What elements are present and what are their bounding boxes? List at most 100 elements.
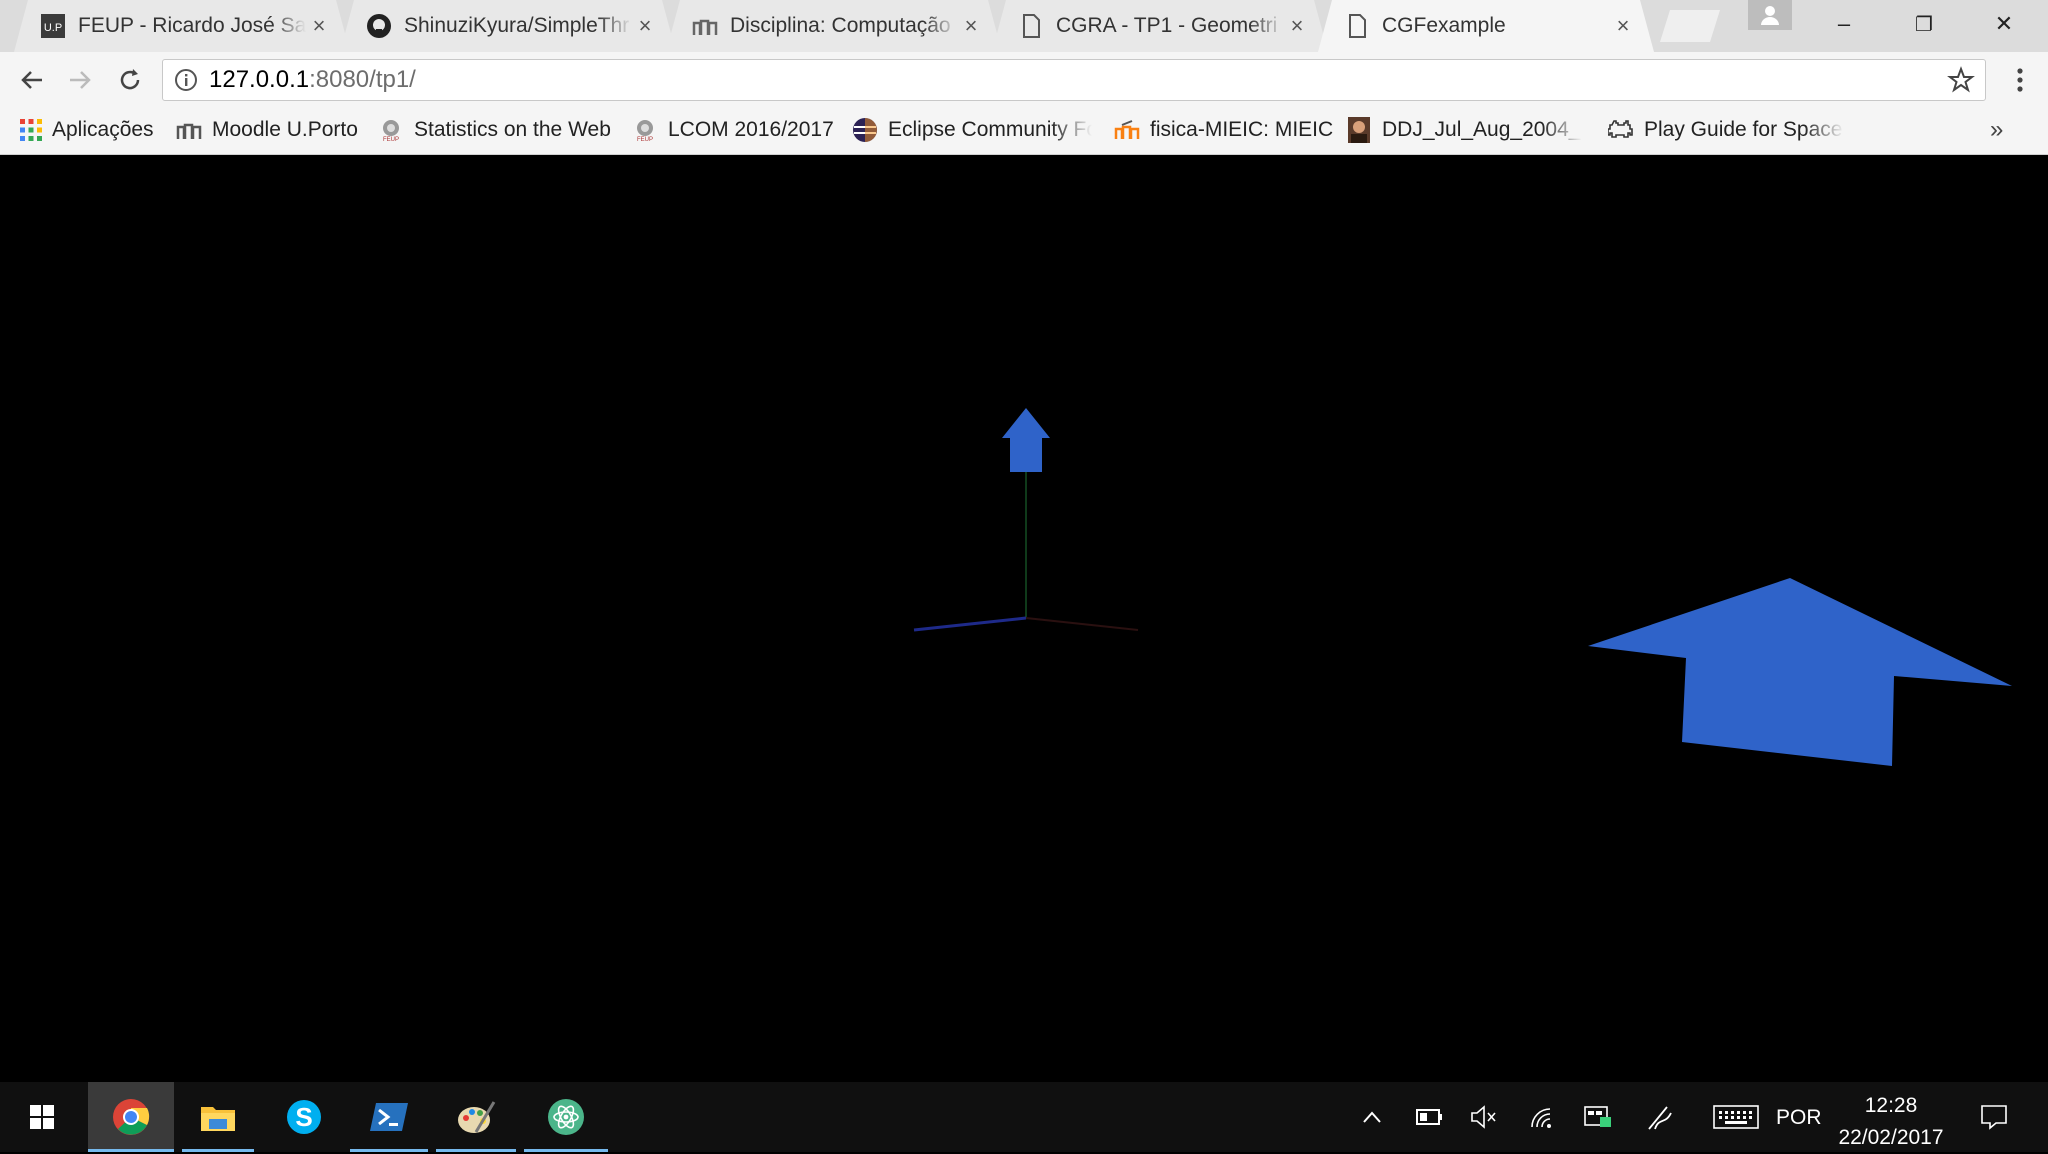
tab-cgfexample[interactable]: CGFexample × — [1318, 0, 1654, 52]
bookmark-lcom[interactable]: FEUP LCOM 2016/2017 — [632, 108, 834, 152]
bookmark-label: DDJ_Jul_Aug_2004_rev — [1382, 118, 1582, 141]
battery-icon[interactable] — [1408, 1082, 1452, 1152]
bookmarks-overflow-button[interactable]: » — [1990, 116, 2003, 144]
clock-time: 12:28 — [1864, 1094, 1918, 1117]
bookmark-label: Statistics on the Web — [414, 118, 611, 141]
bookmark-label: Play Guide for Space I — [1644, 118, 1844, 141]
tab-github[interactable]: ShinuziKyura/SimpleThr × — [340, 0, 676, 52]
notification-icon — [1981, 1105, 2007, 1130]
tab-title: CGFexample — [1382, 14, 1506, 37]
taskbar-chrome[interactable] — [88, 1082, 174, 1152]
wifi-icon[interactable] — [1520, 1082, 1564, 1152]
bookmark-label: fisica-MIEIC: MIEIC — [1150, 118, 1334, 141]
bookmark-label: Eclipse Community Fo — [888, 118, 1092, 141]
svg-text:U.P: U.P — [44, 22, 62, 34]
close-tab-icon[interactable]: × — [632, 13, 658, 39]
photo-icon — [1346, 117, 1372, 143]
bookmark-label: Aplicações — [52, 118, 154, 141]
bookmark-label: LCOM 2016/2017 — [668, 118, 834, 141]
input-language-indicator[interactable]: POR — [1776, 1106, 1822, 1130]
taskbar-skype[interactable]: S — [262, 1082, 346, 1152]
tab-title: CGRA - TP1 - Geometri — [1056, 14, 1278, 37]
back-arrow-icon — [21, 71, 42, 89]
browser-menu-button[interactable] — [2002, 60, 2038, 100]
page-icon — [1018, 13, 1044, 39]
powershell-icon — [370, 1103, 408, 1131]
z-axis — [913, 616, 1027, 632]
system-clock[interactable]: 12:28 22/02/2017 — [1836, 1090, 1946, 1154]
show-hidden-icons-button[interactable] — [1350, 1082, 1394, 1152]
moodle-icon — [692, 13, 718, 39]
new-tab-button[interactable] — [1660, 10, 1720, 42]
user-icon — [1761, 6, 1779, 25]
windows-taskbar: S POR 12:28 22/02/2017 — [0, 1082, 2048, 1152]
windows-logo-icon — [30, 1105, 54, 1129]
taskbar-atom[interactable] — [524, 1082, 608, 1152]
tab-feup[interactable]: U.P FEUP - Ricardo José Sa × — [14, 0, 350, 52]
volume-muted-icon[interactable] — [1462, 1082, 1506, 1152]
moodle-icon — [176, 117, 202, 143]
page-icon — [1344, 13, 1370, 39]
tab-cgra[interactable]: CGRA - TP1 - Geometri × — [992, 0, 1328, 52]
feup-icon: U.P — [40, 13, 66, 39]
bookmark-star-icon[interactable] — [1947, 66, 1975, 99]
bookmark-moodle[interactable]: Moodle U.Porto — [176, 108, 358, 152]
bookmark-label: Moodle U.Porto — [212, 118, 358, 141]
apps-grid-icon — [18, 117, 44, 143]
url-text: 127.0.0.1:8080/tp1/ — [209, 66, 416, 93]
bookmark-ddj[interactable]: DDJ_Jul_Aug_2004_rev — [1346, 108, 1582, 152]
tab-title: FEUP - Ricardo José Sa — [78, 14, 306, 37]
taskbar-file-explorer[interactable] — [182, 1082, 254, 1152]
calendar-network-icon[interactable] — [1576, 1082, 1620, 1152]
chevron-up-icon — [1363, 1111, 1381, 1123]
bookmark-apps[interactable]: Aplicações — [18, 108, 154, 152]
browser-toolbar: 127.0.0.1:8080/tp1/ — [0, 52, 2048, 108]
back-button[interactable] — [12, 60, 52, 100]
space-invader-icon — [1608, 117, 1634, 143]
folder-icon — [201, 1107, 235, 1131]
clock-date: 22/02/2017 — [1838, 1126, 1944, 1149]
feup-seal-icon: FEUP — [632, 117, 658, 143]
bookmark-statistics[interactable]: FEUP Statistics on the Web — [378, 108, 611, 152]
action-center-button[interactable] — [1966, 1082, 2022, 1152]
bookmark-eclipse[interactable]: Eclipse Community Fo — [852, 108, 1092, 152]
close-window-button[interactable]: ✕ — [1964, 0, 2044, 48]
tab-disciplina[interactable]: Disciplina: Computação × — [666, 0, 1002, 52]
bookmark-play-guide[interactable]: Play Guide for Space I — [1608, 108, 1844, 152]
reload-button[interactable] — [110, 60, 150, 100]
github-icon — [366, 13, 392, 39]
small-arrow — [1002, 408, 1050, 472]
taskbar-paint[interactable] — [436, 1082, 516, 1152]
profile-button[interactable] — [1748, 0, 1792, 30]
webgl-canvas[interactable] — [0, 156, 2048, 1082]
tab-title: Disciplina: Computação — [730, 14, 951, 37]
scene-svg — [913, 408, 2012, 766]
skype-icon: S — [287, 1100, 321, 1134]
svg-text:S: S — [295, 1102, 312, 1132]
moodle-icon — [1114, 117, 1140, 143]
kebab-menu-icon — [2017, 68, 2023, 92]
reload-icon — [120, 69, 140, 90]
svg-text:FEUP: FEUP — [383, 137, 399, 142]
pen-ink-icon[interactable] — [1638, 1082, 1682, 1152]
restore-button[interactable]: ❐ — [1884, 0, 1964, 48]
large-arrow — [1588, 578, 2012, 766]
eclipse-icon — [852, 117, 878, 143]
forward-button[interactable] — [60, 60, 100, 100]
start-button[interactable] — [0, 1082, 84, 1152]
close-tab-icon[interactable]: × — [306, 13, 332, 39]
info-icon[interactable] — [163, 68, 209, 92]
forward-arrow-icon — [70, 71, 91, 89]
tab-strip: U.P FEUP - Ricardo José Sa × ShinuziKyur… — [0, 0, 2048, 52]
close-tab-icon[interactable]: × — [958, 13, 984, 39]
taskbar-powershell[interactable] — [350, 1082, 428, 1152]
touch-keyboard-icon[interactable] — [1706, 1082, 1766, 1152]
x-axis — [1025, 617, 1139, 631]
address-bar[interactable]: 127.0.0.1:8080/tp1/ — [162, 59, 1986, 101]
chrome-icon — [113, 1099, 150, 1135]
minimize-button[interactable]: – — [1804, 0, 1884, 48]
close-tab-icon[interactable]: × — [1610, 13, 1636, 39]
atom-icon — [548, 1099, 584, 1135]
bookmark-fisica[interactable]: fisica-MIEIC: MIEIC — [1114, 108, 1333, 152]
close-tab-icon[interactable]: × — [1284, 13, 1310, 39]
